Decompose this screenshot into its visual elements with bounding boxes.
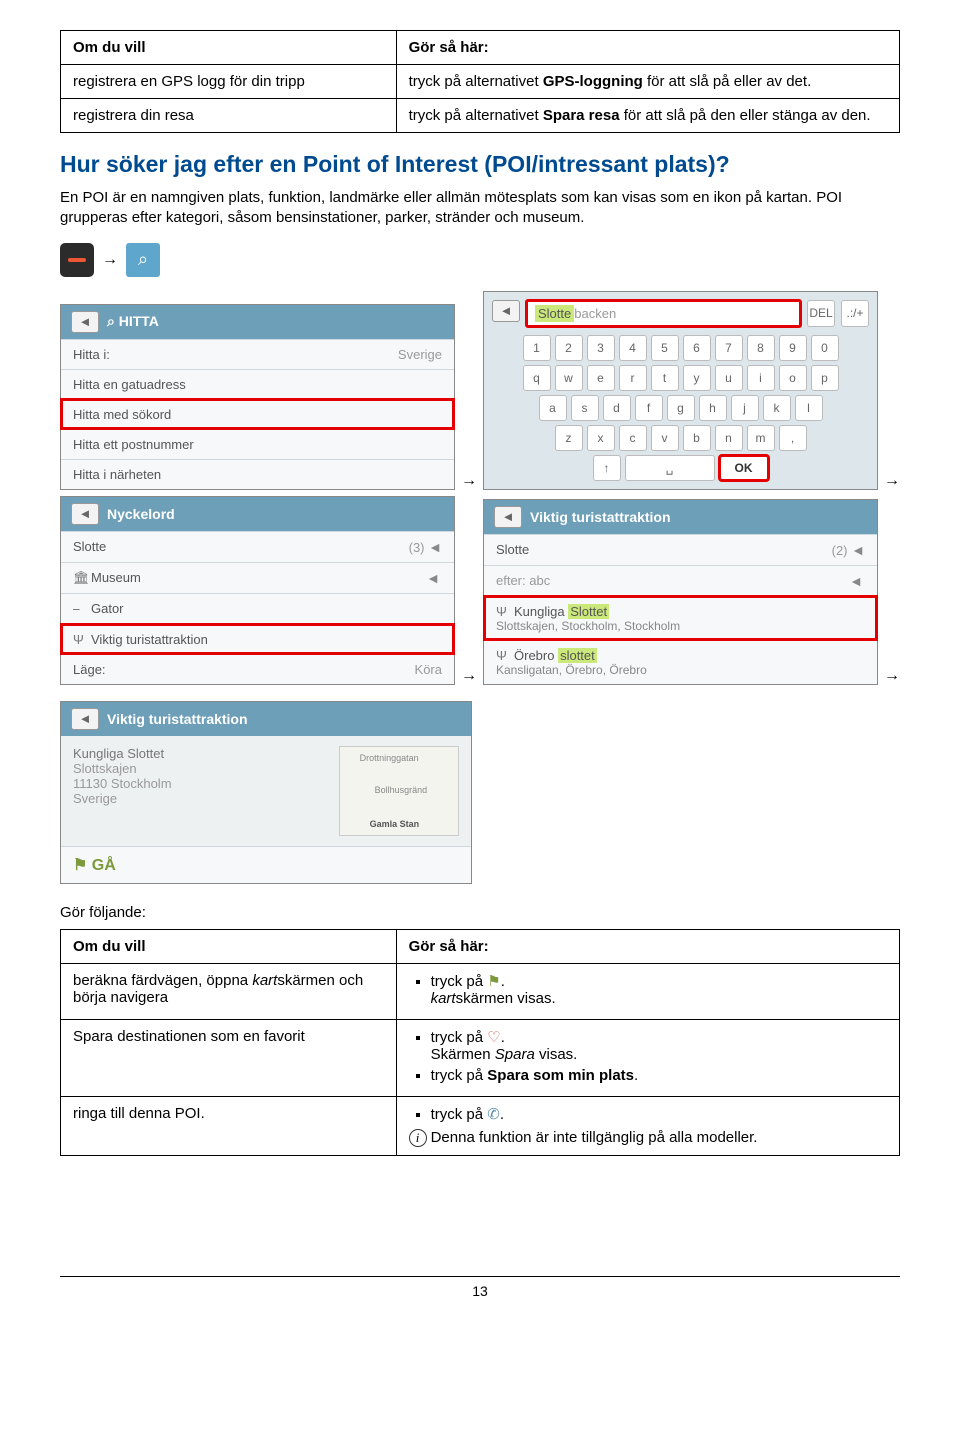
instruction-table-1: Om du vill Gör så här: registrera en GPS… <box>60 30 900 133</box>
arrow-icon: → <box>884 472 900 490</box>
key-0[interactable]: 0 <box>811 335 839 361</box>
flag-icon: ⚑ <box>487 973 500 990</box>
go-button[interactable]: ⚑ GÅ <box>61 846 471 883</box>
key-2[interactable]: 2 <box>555 335 583 361</box>
key-8[interactable]: 8 <box>747 335 775 361</box>
key-5[interactable]: 5 <box>651 335 679 361</box>
screenshot-keyboard: ◄ Slottebacken DEL .:/+ 1234567890 qwert… <box>483 291 878 490</box>
back-icon[interactable]: ◄ <box>71 708 99 730</box>
key-w[interactable]: w <box>555 365 583 391</box>
key-v[interactable]: v <box>651 425 679 451</box>
del-key[interactable]: DEL <box>807 300 835 327</box>
instruction-table-2: Om du vill Gör så här: beräkna färdvägen… <box>60 929 900 1156</box>
key-d[interactable]: d <box>603 395 631 421</box>
hitta-sokord-row[interactable]: Hitta med sökord <box>61 399 454 429</box>
key-l[interactable]: l <box>795 395 823 421</box>
search-icon[interactable]: ⌕ <box>126 243 160 277</box>
key-m[interactable]: m <box>747 425 775 451</box>
back-icon[interactable]: ◄ <box>71 503 99 525</box>
space-key[interactable]: ␣ <box>625 455 715 481</box>
search-input[interactable]: Slottebacken <box>526 300 801 327</box>
key-x[interactable]: x <box>587 425 615 451</box>
t2-header-left: Om du vill <box>61 929 397 963</box>
heart-icon: ♡ <box>487 1029 500 1046</box>
t1-r2-right: tryck på alternativet Spara resa för att… <box>396 99 899 133</box>
key-n[interactable]: n <box>715 425 743 451</box>
kungliga-slottet-row[interactable]: ΨKungliga Slottet Slottskajen, Stockholm… <box>484 596 877 640</box>
arrow-icon: → <box>102 251 118 269</box>
back-icon[interactable]: ◄ <box>71 311 99 333</box>
vta-row[interactable]: ΨViktig turistattraktion <box>61 624 454 654</box>
key-b[interactable]: b <box>683 425 711 451</box>
section-heading: Hur söker jag efter en Point of Interest… <box>60 151 900 178</box>
screenshot-poi-detail: ◄ Viktig turistattraktion Kungliga Slott… <box>60 701 472 884</box>
key-k[interactable]: k <box>763 395 791 421</box>
info-icon: i <box>409 1129 427 1147</box>
key-9[interactable]: 9 <box>779 335 807 361</box>
key-g[interactable]: g <box>667 395 695 421</box>
key-1[interactable]: 1 <box>523 335 551 361</box>
t2-r2-left: Spara destinationen som en favorit <box>61 1019 397 1096</box>
page-footer: 13 <box>60 1276 900 1299</box>
key-a[interactable]: a <box>539 395 567 421</box>
key-t[interactable]: t <box>651 365 679 391</box>
key-y[interactable]: y <box>683 365 711 391</box>
shift-key[interactable]: ↑ <box>593 455 621 481</box>
t1-r1-left: registrera en GPS logg för din tripp <box>61 65 397 99</box>
keyboard[interactable]: 1234567890 qwertyuiop asdfghjkl zxcvbnm,… <box>492 335 869 481</box>
t2-r3-right: tryck på ✆. iDenna funktion är inte till… <box>396 1096 899 1155</box>
ok-key[interactable]: OK <box>719 455 769 481</box>
t2-header-right: Gör så här: <box>396 929 899 963</box>
key-4[interactable]: 4 <box>619 335 647 361</box>
screenshot-hitta: ◄ ⌕ HITTA Hitta i:Sverige Hitta en gatua… <box>60 304 455 490</box>
arrow-icon: → <box>461 472 477 490</box>
key-i[interactable]: i <box>747 365 775 391</box>
key-f[interactable]: f <box>635 395 663 421</box>
map-thumbnail: Drottninggatan Bollhusgränd Gamla Stan <box>339 746 459 836</box>
punct-key[interactable]: .:/+ <box>841 300 869 327</box>
t2-r3-left: ringa till denna POI. <box>61 1096 397 1155</box>
key-q[interactable]: q <box>523 365 551 391</box>
t1-header-left: Om du vill <box>61 31 397 65</box>
key-6[interactable]: 6 <box>683 335 711 361</box>
icon-sequence: → ⌕ <box>60 243 900 277</box>
t1-r1-right: tryck på alternativet GPS-loggning för a… <box>396 65 899 99</box>
key-e[interactable]: e <box>587 365 615 391</box>
key-j[interactable]: j <box>731 395 759 421</box>
gor-foljande-label: Gör följande: <box>60 904 900 921</box>
back-icon[interactable]: ◄ <box>492 300 520 322</box>
screenshot-nyckelord: ◄ Nyckelord Slotte(3) ◄ 🏛Museum◄ ⎯Gator … <box>60 496 455 685</box>
key-3[interactable]: 3 <box>587 335 615 361</box>
key-s[interactable]: s <box>571 395 599 421</box>
key-z[interactable]: z <box>555 425 583 451</box>
screenshot-vta-list: ◄ Viktig turistattraktion Slotte(2) ◄ ef… <box>483 499 878 685</box>
t2-r1-left: beräkna färdvägen, öppna kartskärmen och… <box>61 963 397 1019</box>
t2-r2-right: tryck på ♡. Skärmen Spara visas. tryck p… <box>396 1019 899 1096</box>
key-r[interactable]: r <box>619 365 647 391</box>
page-number: 13 <box>472 1283 488 1299</box>
section-body: En POI är en namngiven plats, funktion, … <box>60 188 900 229</box>
key-,[interactable]: , <box>779 425 807 451</box>
key-7[interactable]: 7 <box>715 335 743 361</box>
phone-icon: ✆ <box>487 1106 500 1123</box>
key-h[interactable]: h <box>699 395 727 421</box>
key-u[interactable]: u <box>715 365 743 391</box>
arrow-icon: → <box>461 667 477 685</box>
key-p[interactable]: p <box>811 365 839 391</box>
menu-icon[interactable] <box>60 243 94 277</box>
key-o[interactable]: o <box>779 365 807 391</box>
t1-header-right: Gör så här: <box>396 31 899 65</box>
arrow-icon: → <box>884 667 900 685</box>
t2-r1-right: tryck på ⚑. kartskärmen visas. <box>396 963 899 1019</box>
key-c[interactable]: c <box>619 425 647 451</box>
t1-r2-left: registrera din resa <box>61 99 397 133</box>
back-icon[interactable]: ◄ <box>494 506 522 528</box>
